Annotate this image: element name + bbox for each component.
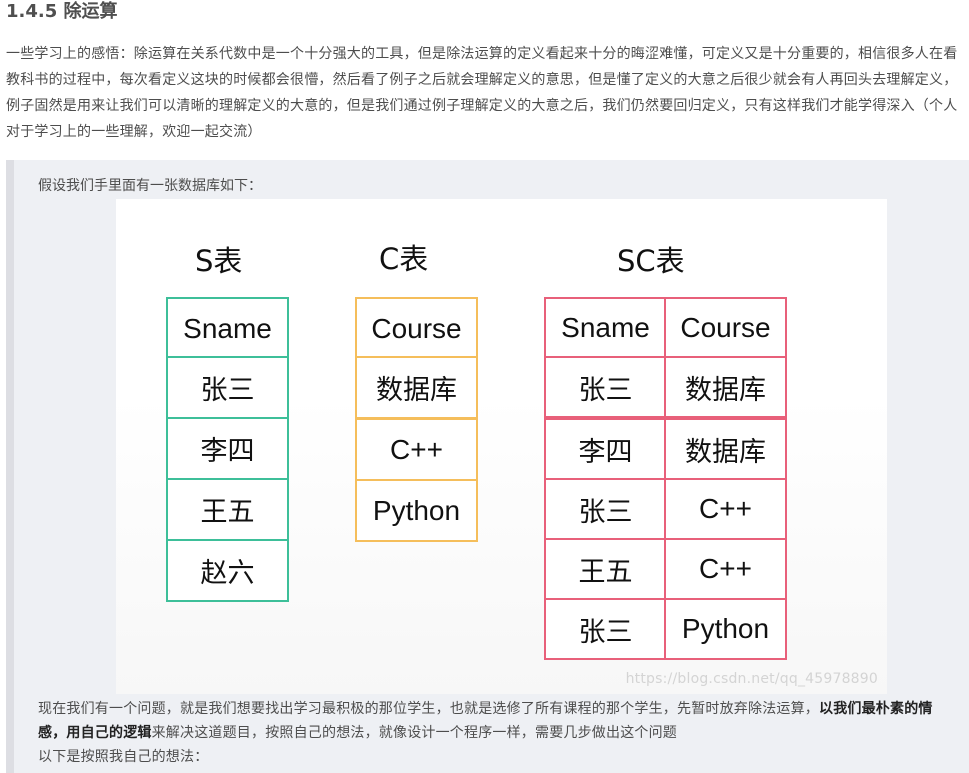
C-table-cell: Course <box>355 297 478 360</box>
SC-table-cell: C++ <box>664 538 787 600</box>
s-table-title: S表 <box>195 244 243 278</box>
SC-table-cell: Sname <box>544 297 667 359</box>
C-table-cell: 数据库 <box>355 356 478 419</box>
section-heading: 1.4.5 除运算 <box>6 1 118 22</box>
watermark-text: https://blog.csdn.net/qq_45978890 <box>625 671 878 687</box>
C-table-cell: C++ <box>355 418 478 481</box>
SC-table-cell: 张三 <box>544 356 667 418</box>
S-table-cell: 赵六 <box>166 539 289 602</box>
SC-table-cell: 李四 <box>544 418 667 480</box>
problem-text-a: 现在我们有一个问题，就是我们想要找出学习最积极的那位学生，也就是选修了所有课程的… <box>38 701 819 717</box>
C-table-cell: Python <box>355 479 478 542</box>
SC-table-cell: 数据库 <box>664 356 787 418</box>
S-table-cell: 张三 <box>166 356 289 419</box>
S-table-cell: 王五 <box>166 478 289 541</box>
SC-table-cell: Course <box>664 297 787 359</box>
SC-table-cell: 数据库 <box>664 418 787 480</box>
intro-paragraph: 一些学习上的感悟：除运算在关系代数中是一个十分强大的工具，但是除法运算的定义看起… <box>6 46 958 140</box>
blockquote: 假设我们手里面有一张数据库如下： S表 Sname 张三 李四 王五 赵六 C表 Cou… <box>6 160 969 773</box>
SC-table-cell: 张三 <box>544 478 667 540</box>
SC-table-cell: 王五 <box>544 538 667 600</box>
SC-table-cell: 张三 <box>544 598 667 660</box>
problem-text-c: 以下是按照我自己的想法： <box>38 749 209 765</box>
database-tables-figure: S表 Sname 张三 李四 王五 赵六 C表 Course 数据库 C++ Python S… <box>116 199 887 694</box>
sc-table-title: SC表 <box>617 244 685 278</box>
c-table-title: C表 <box>379 242 429 276</box>
S-table-cell: 李四 <box>166 417 289 480</box>
problem-paragraph: 现在我们有一个问题，就是我们想要找出学习最积极的那位学生，也就是选修了所有课程的… <box>38 697 958 769</box>
problem-text-b: 来解决这道题目，按照自己的想法，就像设计一个程序一样，需要几步做出这个问题 <box>151 725 678 741</box>
SC-table-cell: Python <box>664 598 787 660</box>
SC-table-cell: C++ <box>664 478 787 540</box>
S-table-cell: Sname <box>166 297 289 360</box>
quote-intro-line: 假设我们手里面有一张数据库如下： <box>38 178 262 194</box>
